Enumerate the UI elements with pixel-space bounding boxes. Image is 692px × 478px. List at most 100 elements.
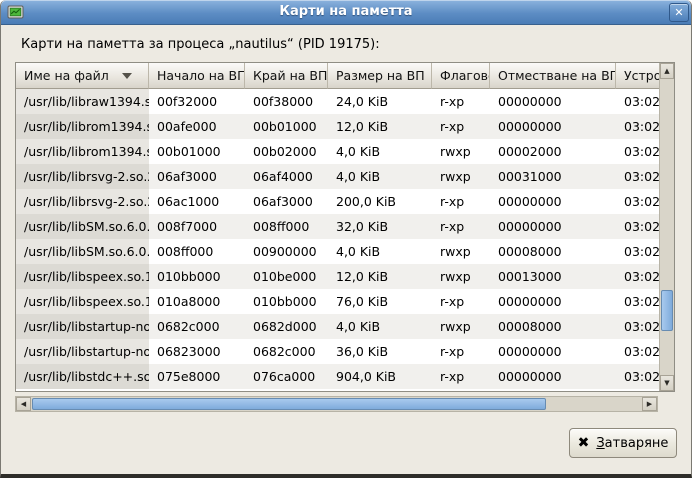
table-row[interactable]: /usr/lib/libstartup-not068230000682c0003… bbox=[16, 339, 659, 364]
vertical-scrollbar-thumb[interactable] bbox=[661, 290, 673, 331]
cell-vm-size: 24,0 KiB bbox=[328, 89, 432, 114]
column-header-vm-size[interactable]: Размер на ВП bbox=[328, 63, 432, 89]
close-button-label: Затваряне bbox=[596, 436, 668, 451]
cell-vm-size: 32,0 KiB bbox=[328, 214, 432, 239]
cell-vm-start: 075e8000 bbox=[149, 364, 245, 389]
cell-flags: rwxp bbox=[432, 264, 490, 289]
cell-flags: rwxp bbox=[432, 139, 490, 164]
table-row[interactable]: /usr/lib/libstdc++.so.075e8000076ca00090… bbox=[16, 364, 659, 389]
horizontal-scrollbar-thumb[interactable] bbox=[32, 398, 546, 410]
table-row[interactable]: /usr/lib/librom1394.s00afe00000b0100012,… bbox=[16, 114, 659, 139]
cell-filename: /usr/lib/libspeex.so.1 bbox=[16, 264, 149, 289]
table-row[interactable]: /usr/lib/libspeex.so.1010a8000010bb00076… bbox=[16, 289, 659, 314]
cell-vm-offset: 00000000 bbox=[490, 289, 616, 314]
cell-filename: /usr/lib/libSM.so.6.0.0 bbox=[16, 239, 149, 264]
titlebar-close-button[interactable]: ✕ bbox=[669, 3, 689, 22]
scroll-down-button[interactable]: ▼ bbox=[660, 375, 674, 391]
cell-vm-start: 00f32000 bbox=[149, 89, 245, 114]
table-row[interactable]: /usr/lib/libSM.so.6.0.0008f7000008ff0003… bbox=[16, 214, 659, 239]
cell-vm-end: 010be000 bbox=[245, 264, 328, 289]
cell-vm-offset: 00008000 bbox=[490, 314, 616, 339]
column-header-vm-offset[interactable]: Отместване на ВП bbox=[490, 63, 616, 89]
cell-vm-size: 4,0 KiB bbox=[328, 139, 432, 164]
table-row[interactable]: /usr/lib/libstartup-not0682c0000682d0004… bbox=[16, 314, 659, 339]
table-row[interactable]: /usr/lib/librsvg-2.so.206ac100006af30002… bbox=[16, 189, 659, 214]
horizontal-scrollbar[interactable]: ◀ ▶ bbox=[15, 396, 658, 412]
table-row[interactable]: /usr/lib/libSM.so.6.0.0008ff000009000004… bbox=[16, 239, 659, 264]
cell-vm-end: 076ca000 bbox=[245, 364, 328, 389]
cell-filename: /usr/lib/libstartup-not bbox=[16, 339, 149, 364]
column-header-flags[interactable]: Флагове bbox=[432, 63, 490, 89]
cell-vm-end: 00b02000 bbox=[245, 139, 328, 164]
scroll-up-button[interactable]: ▲ bbox=[660, 63, 674, 79]
cell-flags: r-xp bbox=[432, 339, 490, 364]
cell-vm-size: 76,0 KiB bbox=[328, 289, 432, 314]
cell-filename: /usr/lib/libstdc++.so. bbox=[16, 364, 149, 389]
cell-vm-offset: 00000000 bbox=[490, 89, 616, 114]
cell-filename: /usr/lib/librsvg-2.so.2 bbox=[16, 189, 149, 214]
cell-vm-start: 010bb000 bbox=[149, 264, 245, 289]
cell-vm-start: 06ac1000 bbox=[149, 189, 245, 214]
cell-vm-end: 06af3000 bbox=[245, 189, 328, 214]
table-row[interactable]: /usr/lib/libraw1394.so00f3200000f3800024… bbox=[16, 89, 659, 114]
table-row[interactable]: /usr/lib/librom1394.s00b0100000b020004,0… bbox=[16, 139, 659, 164]
column-header-label: Начало на ВП bbox=[157, 68, 245, 83]
column-header-filename[interactable]: Име на файл bbox=[16, 63, 149, 89]
titlebar[interactable]: Карти на паметта ✕ bbox=[1, 0, 691, 25]
scroll-right-button[interactable]: ▶ bbox=[642, 397, 657, 411]
window-title: Карти на паметта bbox=[31, 0, 661, 24]
column-header-vm-end[interactable]: Край на ВП bbox=[245, 63, 328, 89]
cell-flags: rwxp bbox=[432, 314, 490, 339]
scroll-left-button[interactable]: ◀ bbox=[16, 397, 31, 411]
cell-flags: r-xp bbox=[432, 89, 490, 114]
cell-flags: rwxp bbox=[432, 239, 490, 264]
cell-vm-offset: 00000000 bbox=[490, 364, 616, 389]
cell-vm-size: 12,0 KiB bbox=[328, 264, 432, 289]
close-button[interactable]: ✖ Затваряне bbox=[569, 428, 677, 458]
cell-flags: r-xp bbox=[432, 364, 490, 389]
column-header-label: Устройство bbox=[624, 68, 659, 83]
cell-vm-size: 12,0 KiB bbox=[328, 114, 432, 139]
column-header-vm-start[interactable]: Начало на ВП bbox=[149, 63, 245, 89]
memory-maps-table: Име на файл Начало на ВП Край на ВП Разм… bbox=[15, 62, 675, 392]
table-row[interactable]: /usr/lib/librsvg-2.so.206af300006af40004… bbox=[16, 164, 659, 189]
cell-vm-offset: 00008000 bbox=[490, 239, 616, 264]
cell-vm-start: 00afe000 bbox=[149, 114, 245, 139]
vertical-scrollbar[interactable]: ▲ ▼ bbox=[659, 63, 674, 391]
cell-vm-end: 0682c000 bbox=[245, 339, 328, 364]
cell-vm-size: 904,0 KiB bbox=[328, 364, 432, 389]
cell-vm-start: 06af3000 bbox=[149, 164, 245, 189]
cell-vm-end: 00900000 bbox=[245, 239, 328, 264]
table-body: /usr/lib/libraw1394.so00f3200000f3800024… bbox=[16, 89, 659, 391]
arrow-down-icon: ▼ bbox=[664, 379, 669, 387]
cell-device: 03:02 bbox=[616, 364, 659, 389]
process-description-label: Карти на паметта за процеса „nautilus“ (… bbox=[21, 37, 380, 52]
cell-filename: /usr/lib/librsvg-2.so.2 bbox=[16, 164, 149, 189]
cell-vm-end: 00f38000 bbox=[245, 89, 328, 114]
cell-device: 03:02 bbox=[616, 164, 659, 189]
cell-device: 03:02 bbox=[616, 189, 659, 214]
cell-vm-start: 008ff000 bbox=[149, 239, 245, 264]
cell-device: 03:02 bbox=[616, 314, 659, 339]
cell-vm-offset: 00031000 bbox=[490, 164, 616, 189]
cell-flags: r-xp bbox=[432, 114, 490, 139]
cell-device: 03:02 bbox=[616, 339, 659, 364]
arrow-up-icon: ▲ bbox=[664, 67, 669, 75]
cell-device: 03:02 bbox=[616, 239, 659, 264]
sort-descending-icon bbox=[122, 73, 132, 79]
cell-vm-size: 4,0 KiB bbox=[328, 239, 432, 264]
column-header-device[interactable]: Устройство bbox=[616, 63, 659, 89]
cell-vm-size: 36,0 KiB bbox=[328, 339, 432, 364]
table-header: Име на файл Начало на ВП Край на ВП Разм… bbox=[16, 63, 659, 89]
cell-vm-end: 010bb000 bbox=[245, 289, 328, 314]
cell-vm-size: 4,0 KiB bbox=[328, 164, 432, 189]
cell-vm-offset: 00000000 bbox=[490, 189, 616, 214]
cell-flags: r-xp bbox=[432, 214, 490, 239]
table-row[interactable]: /usr/lib/libspeex.so.1010bb000010be00012… bbox=[16, 264, 659, 289]
cell-vm-offset: 00002000 bbox=[490, 139, 616, 164]
cell-vm-end: 06af4000 bbox=[245, 164, 328, 189]
close-icon: ✕ bbox=[674, 6, 683, 19]
cell-flags: r-xp bbox=[432, 289, 490, 314]
cell-device: 03:02 bbox=[616, 214, 659, 239]
cell-vm-offset: 00013000 bbox=[490, 264, 616, 289]
